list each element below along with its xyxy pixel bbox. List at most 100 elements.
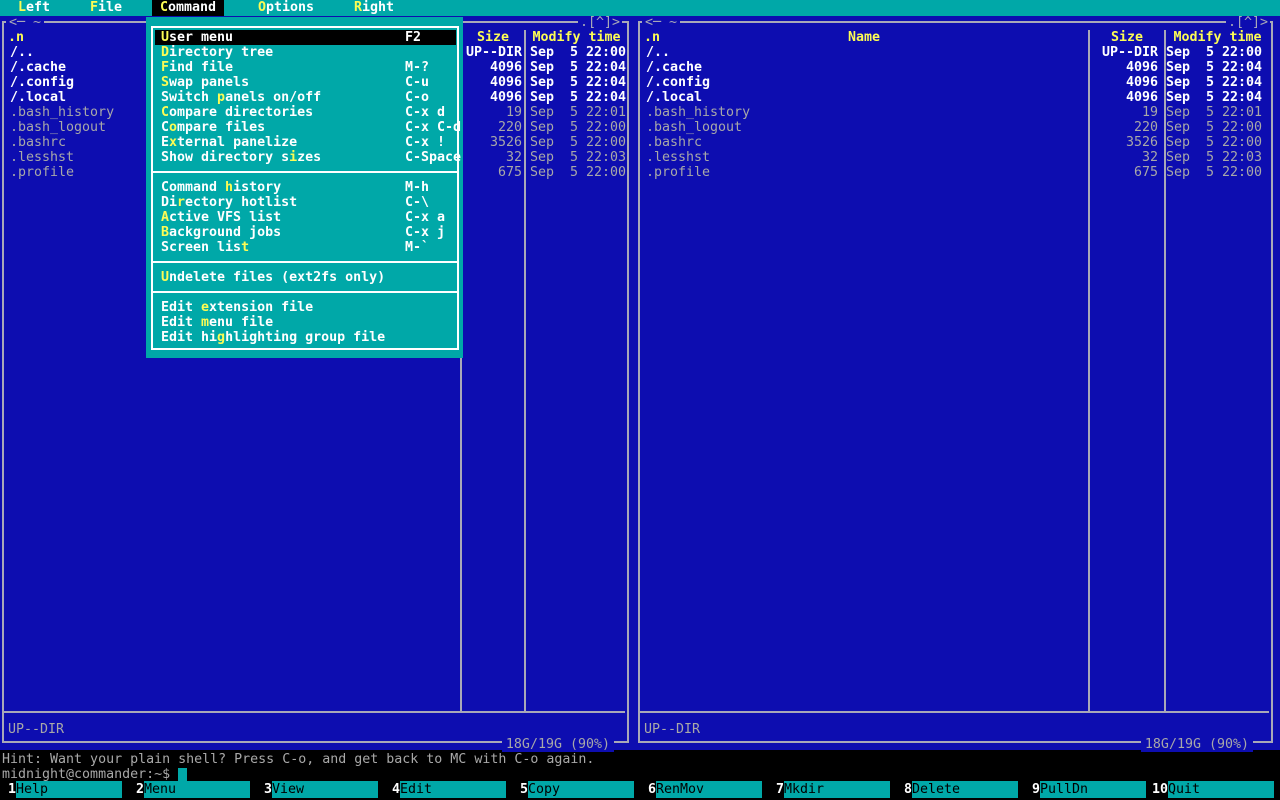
- menu-item[interactable]: Edit extension file: [155, 300, 456, 315]
- menu-section-separator: [151, 291, 459, 293]
- menu-item[interactable]: Directory tree: [155, 45, 456, 60]
- file-mtime: Sep 5 22:04: [1166, 75, 1263, 90]
- file-size: 19: [1141, 105, 1158, 120]
- column-header-name[interactable]: Name: [640, 30, 1088, 45]
- menubar-item-command[interactable]: Command: [152, 0, 225, 16]
- menu-item-shortcut: C-x a: [405, 210, 446, 225]
- label-pre: Switch: [161, 90, 218, 105]
- panel-corner-controls[interactable]: .[^]>: [577, 15, 622, 30]
- file-name: /.config: [10, 75, 75, 90]
- file-name: /.local: [646, 90, 703, 105]
- label-post: istory: [233, 180, 282, 195]
- column-header-size[interactable]: Size: [462, 30, 524, 45]
- file-row[interactable]: .bash_history 19 Sep 5 22:01: [640, 105, 1263, 120]
- file-size: 220: [1133, 120, 1158, 135]
- menu-item-shortcut: F2: [405, 30, 422, 45]
- hotkey-letter: F: [161, 60, 170, 75]
- panel-path[interactable]: <─ ~: [6, 15, 45, 30]
- menubar-item-label: ptions: [266, 0, 315, 15]
- file-row[interactable]: /.cache 4096 Sep 5 22:04: [640, 60, 1262, 75]
- hotkey-letter: C: [160, 0, 169, 15]
- label-post: ndelete files (ext2fs only): [169, 270, 386, 285]
- fkey-button-view[interactable]: 3View: [256, 781, 378, 798]
- menu-item[interactable]: Active VFS list C-x a: [155, 210, 456, 225]
- menubar-item-file[interactable]: File: [82, 0, 130, 16]
- menubar-item-left[interactable]: Left: [10, 0, 58, 16]
- prompt-text: midnight@commander:~$: [2, 767, 171, 782]
- shell-prompt[interactable]: midnight@commander:~$: [2, 767, 188, 782]
- file-name: .bash_logout: [10, 120, 107, 135]
- menu-item[interactable]: Compare files C-x C-d: [155, 120, 461, 135]
- column-header-mtime[interactable]: Modify time: [526, 30, 627, 45]
- panel-path-label: ~: [669, 15, 678, 30]
- file-name: /.local: [10, 90, 67, 105]
- panel-path[interactable]: <─ ~: [642, 15, 681, 30]
- column-header-mtime[interactable]: Modify time: [1166, 30, 1269, 45]
- file-row[interactable]: /.. UP--DIR Sep 5 22:00: [640, 45, 1262, 60]
- file-size: 4096: [1125, 90, 1158, 105]
- menu-item-label: Directory tree: [161, 45, 273, 60]
- menu-item[interactable]: Undelete files (ext2fs only): [155, 270, 456, 285]
- history-back-arrow[interactable]: <─: [645, 15, 661, 30]
- hotkey-letter: p: [217, 90, 226, 105]
- menu-item-shortcut: M-h: [405, 180, 430, 195]
- fkey-number: 9: [1031, 782, 1040, 797]
- menu-item[interactable]: Switch panels on/off C-o: [155, 90, 456, 105]
- history-back-arrow[interactable]: <─: [9, 15, 25, 30]
- menu-item[interactable]: Directory hotlist C-\: [155, 195, 456, 210]
- label-post: ctive VFS list: [169, 210, 282, 225]
- menu-item[interactable]: External panelize C-x !: [155, 135, 456, 150]
- file-mtime: Sep 5 22:01: [1166, 105, 1263, 120]
- fkey-button-delete[interactable]: 8Delete: [896, 781, 1018, 798]
- fkey-button-help[interactable]: 1Help: [0, 781, 122, 798]
- file-mtime: Sep 5 22:04: [1166, 90, 1263, 105]
- menu-item-label: Background jobs: [161, 225, 281, 240]
- fkey-button-copy[interactable]: 5Copy: [512, 781, 634, 798]
- file-mtime: Sep 5 22:00: [530, 120, 627, 135]
- fkey-button-mkdir[interactable]: 7Mkdir: [768, 781, 890, 798]
- fkey-button-menu[interactable]: 2Menu: [128, 781, 250, 798]
- menu-item-shortcut: C-Space: [405, 150, 462, 165]
- file-name: .profile: [10, 165, 75, 180]
- fkey-button-renmov[interactable]: 6RenMov: [640, 781, 762, 798]
- menu-item[interactable]: User menu F2: [155, 30, 456, 45]
- menu-item[interactable]: Edit menu file: [155, 315, 456, 330]
- file-row[interactable]: /.config 4096 Sep 5 22:04: [640, 75, 1263, 90]
- label-post: ackground jobs: [169, 225, 282, 240]
- label-pre: Edit: [161, 300, 202, 315]
- hotkey-letter: e: [201, 300, 210, 315]
- menubar-item-options[interactable]: Options: [250, 0, 322, 16]
- menu-item-label: Find file: [161, 60, 233, 75]
- panel-corner-controls[interactable]: .[^]>: [1225, 15, 1270, 30]
- label-post: ind file: [169, 60, 234, 75]
- file-row[interactable]: .bash_logout 220 Sep 5 22:00: [640, 120, 1262, 135]
- fkey-button-pulldn[interactable]: 9PullDn: [1024, 781, 1146, 798]
- fkey-button-edit[interactable]: 4Edit: [384, 781, 506, 798]
- file-row[interactable]: .lesshst 32 Sep 5 22:03: [640, 150, 1262, 165]
- menu-item[interactable]: Command history M-h: [155, 180, 456, 195]
- file-row[interactable]: /.local 4096 Sep 5 22:04: [640, 90, 1263, 105]
- file-name: .bashrc: [646, 135, 703, 150]
- menu-item[interactable]: Show directory sizes C-Space: [155, 150, 461, 165]
- label-post: ternal panelize: [177, 135, 298, 150]
- menu-item-label: Show directory sizes: [161, 150, 321, 165]
- menu-item[interactable]: Background jobs C-x j: [155, 225, 456, 240]
- fkey-button-quit[interactable]: 10Quit: [1152, 781, 1274, 798]
- file-mtime: Sep 5 22:01: [530, 105, 627, 120]
- menu-item[interactable]: Compare directories C-x d: [155, 105, 456, 120]
- fkey-label: PullDn: [1040, 781, 1146, 798]
- label-pre: Screen lis: [161, 240, 242, 255]
- menu-item[interactable]: Find file M-?: [155, 60, 456, 75]
- menu-item[interactable]: Edit highlighting group file: [155, 330, 456, 345]
- file-mtime: Sep 5 22:04: [530, 60, 627, 75]
- file-mtime: Sep 5 22:00: [1166, 165, 1263, 180]
- column-header-size[interactable]: Size: [1090, 30, 1164, 45]
- file-row[interactable]: .bashrc 3526 Sep 5 22:00: [640, 135, 1262, 150]
- file-row[interactable]: .profile 675 Sep 5 22:00: [640, 165, 1263, 180]
- file-name: .bash_history: [646, 105, 751, 120]
- menubar-item-right[interactable]: Right: [346, 0, 402, 16]
- menu-item[interactable]: Screen list M-`: [155, 240, 456, 255]
- fkey-label: Copy: [528, 781, 634, 798]
- right-panel: <─ ~ .[^]> .n Name Size Modify time /.. UP…: [636, 15, 1280, 752]
- menu-item[interactable]: Swap panels C-u: [155, 75, 456, 90]
